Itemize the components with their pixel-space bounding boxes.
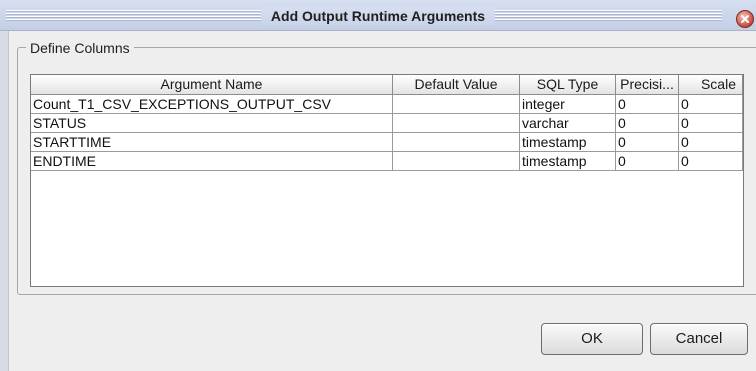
ok-button[interactable]: OK xyxy=(541,323,643,355)
table-header: Argument Name Default Value SQL Type Pre… xyxy=(31,75,743,95)
cell-argument-name[interactable]: STARTTIME xyxy=(31,133,393,152)
cell-precision[interactable]: 0 xyxy=(616,152,679,171)
header-argument-name[interactable]: Argument Name xyxy=(31,75,393,95)
table-body: Count_T1_CSV_EXCEPTIONS_OUTPUT_CSV integ… xyxy=(31,95,743,171)
cell-precision[interactable]: 0 xyxy=(616,114,679,133)
cell-sql-type[interactable]: integer xyxy=(520,95,616,114)
columns-table[interactable]: Argument Name Default Value SQL Type Pre… xyxy=(30,74,744,287)
cell-argument-name[interactable]: STATUS xyxy=(31,114,393,133)
dialog-title: Add Output Runtime Arguments xyxy=(260,7,496,25)
header-default-value[interactable]: Default Value xyxy=(393,75,520,95)
table-row[interactable]: ENDTIME timestamp 0 0 xyxy=(31,152,743,171)
cell-default-value[interactable] xyxy=(393,133,520,152)
cell-default-value[interactable] xyxy=(393,95,520,114)
cell-sql-type[interactable]: timestamp xyxy=(520,152,616,171)
close-button[interactable] xyxy=(736,10,754,28)
table-row[interactable]: Count_T1_CSV_EXCEPTIONS_OUTPUT_CSV integ… xyxy=(31,95,743,114)
cell-argument-name[interactable]: ENDTIME xyxy=(31,152,393,171)
cell-default-value[interactable] xyxy=(393,152,520,171)
cell-sql-type[interactable]: timestamp xyxy=(520,133,616,152)
cell-default-value[interactable] xyxy=(393,114,520,133)
header-precision[interactable]: Precisi... xyxy=(616,75,679,95)
close-icon xyxy=(741,15,749,23)
header-scale[interactable]: Scale xyxy=(679,75,743,95)
table-row[interactable]: STATUS varchar 0 0 xyxy=(31,114,743,133)
define-columns-legend: Define Columns xyxy=(26,40,134,56)
cell-scale[interactable]: 0 xyxy=(679,95,743,114)
cell-scale[interactable]: 0 xyxy=(679,133,743,152)
cell-precision[interactable]: 0 xyxy=(616,95,679,114)
header-sql-type[interactable]: SQL Type xyxy=(520,75,616,95)
cell-scale[interactable]: 0 xyxy=(679,114,743,133)
title-bar[interactable]: Add Output Runtime Arguments xyxy=(0,0,756,31)
cell-precision[interactable]: 0 xyxy=(616,133,679,152)
cell-scale[interactable]: 0 xyxy=(679,152,743,171)
cancel-button[interactable]: Cancel xyxy=(650,323,748,355)
window-left-edge xyxy=(0,31,9,371)
add-output-runtime-arguments-dialog: Add Output Runtime Arguments Define Colu… xyxy=(0,0,756,371)
cell-argument-name[interactable]: Count_T1_CSV_EXCEPTIONS_OUTPUT_CSV xyxy=(31,95,393,114)
table-row[interactable]: STARTTIME timestamp 0 0 xyxy=(31,133,743,152)
cell-sql-type[interactable]: varchar xyxy=(520,114,616,133)
